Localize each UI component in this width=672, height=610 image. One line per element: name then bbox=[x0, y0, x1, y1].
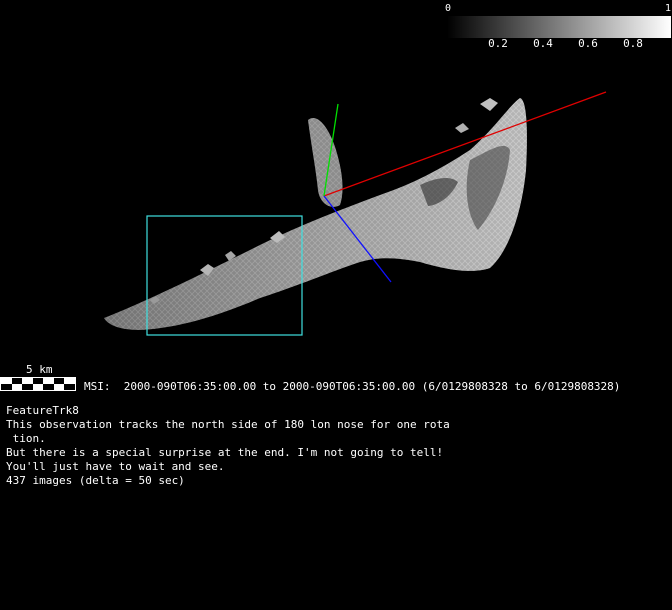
colorbar-max-label: 1 bbox=[664, 3, 671, 14]
asteroid-shape-model bbox=[104, 98, 527, 330]
scale-bar: 5 km bbox=[0, 364, 80, 394]
scale-bar-checker bbox=[0, 377, 76, 391]
colorbar-tick-label: 0.2 bbox=[488, 37, 508, 50]
observation-line: This observation tracks the north side o… bbox=[6, 418, 450, 431]
observation-line: tion. bbox=[6, 432, 46, 445]
scale-bar-label: 5 km bbox=[26, 363, 53, 376]
observation-info: FeatureTrk8 This observation tracks the n… bbox=[6, 404, 450, 488]
observation-line: You'll just have to wait and see. bbox=[6, 460, 225, 473]
observation-line: But there is a special surprise at the e… bbox=[6, 446, 444, 459]
colorbar-tick-label: 0.8 bbox=[623, 37, 643, 50]
colorbar-tick-label: 0.4 bbox=[533, 37, 553, 50]
colorbar-gradient bbox=[447, 16, 671, 38]
colorbar-min-label: 0 bbox=[445, 3, 452, 14]
colorbar-tick-label: 0.6 bbox=[578, 37, 598, 50]
msi-time-range: MSI: 2000-090T06:35:00.00 to 2000-090T06… bbox=[84, 380, 621, 393]
colorbar: 0 1 0.2 0.4 0.6 0.8 bbox=[445, 4, 671, 52]
observation-line: 437 images (delta = 50 sec) bbox=[6, 474, 185, 487]
asteroid-3d-viewport[interactable] bbox=[0, 0, 672, 610]
observation-title: FeatureTrk8 bbox=[6, 404, 79, 417]
